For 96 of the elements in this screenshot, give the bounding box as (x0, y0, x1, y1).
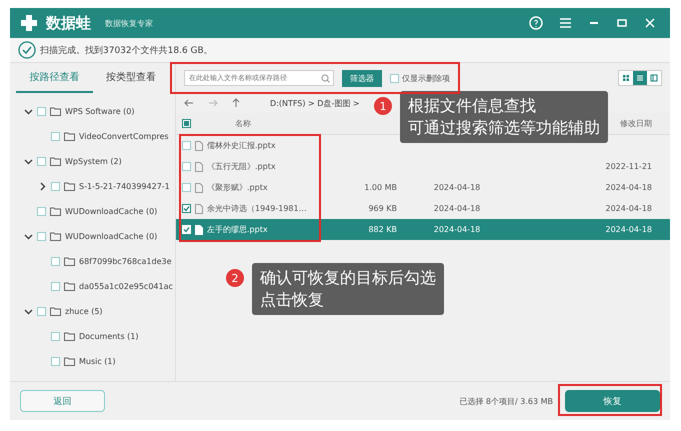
column-header[interactable]: 名称 (235, 118, 251, 129)
view-tab[interactable]: 按类型查看 (92, 63, 169, 93)
breadcrumb-path[interactable]: D:(NTFS) > D盘-图图 > (270, 98, 360, 108)
checkbox[interactable] (37, 232, 46, 241)
folder-icon (50, 232, 61, 241)
chevron-down-icon[interactable] (24, 107, 33, 116)
created-date: 2024-04-18 (434, 204, 480, 213)
file-icon (195, 162, 203, 172)
checkbox[interactable] (51, 182, 60, 191)
callout-tooltip: 确认可恢复的目标后勾选 点击恢复 (252, 263, 444, 315)
step-number-badge: 2 (226, 269, 244, 287)
checkbox[interactable] (182, 183, 191, 192)
callout-tooltip: 根据文件信息查找 可通过搜索筛选等功能辅助 (400, 91, 608, 143)
tree-item-label[interactable]: WpSystem (2) (65, 157, 122, 166)
checkbox[interactable] (51, 257, 60, 266)
tree-item-label[interactable]: WPS Software (0) (65, 107, 134, 116)
folder-icon (64, 332, 75, 341)
tree-item-label[interactable]: VideoConvertCompres (79, 132, 169, 141)
tree-item-label[interactable]: S-1-5-21-740399427-1 (79, 182, 170, 191)
file-icon (195, 140, 203, 150)
view-mode-button[interactable] (647, 71, 661, 85)
selection-summary: 已选择 8个项目/ 3.63 MB (459, 396, 553, 406)
app-subtitle: 数据恢复专家 (105, 18, 153, 28)
view-mode-button[interactable] (633, 71, 647, 85)
checkbox-label[interactable]: 仅显示删除项 (402, 72, 450, 84)
search-icon (321, 74, 330, 83)
select-all-checkbox[interactable] (182, 119, 191, 128)
created-date: 2024-04-18 (434, 183, 480, 192)
view-tab[interactable]: 按路径查看 (16, 63, 92, 93)
tree-item-label[interactable]: da055a1c02e95c041ac (79, 282, 173, 291)
file-size: 882 KB (368, 225, 397, 234)
modified-date: 2024-04-18 (606, 225, 652, 234)
file-icon (195, 204, 203, 214)
tree-item-label[interactable]: Documents (1) (79, 332, 138, 341)
column-header[interactable]: 修改日期 (620, 119, 652, 128)
checkbox[interactable] (51, 282, 60, 291)
tree-item-label[interactable]: WUDownloadCache (0) (65, 232, 158, 241)
modified-date: 2024-04-18 (606, 183, 652, 192)
file-name: 左手的缪思.pptx (207, 224, 268, 235)
file-name: 《五行无阻》.pptx (207, 161, 276, 172)
checkbox[interactable] (51, 332, 60, 341)
tree-item-label[interactable]: Music (1) (79, 357, 116, 366)
folder-icon (64, 282, 75, 291)
view-mode-button[interactable] (619, 71, 633, 85)
file-row[interactable]: 《五行无阻》.pptx 2022-11-21 (176, 156, 670, 177)
up-arrow-icon[interactable] (232, 98, 240, 108)
folder-icon (50, 107, 61, 116)
back-button[interactable]: 返回 (20, 390, 105, 412)
checkbox[interactable] (51, 357, 60, 366)
cross-logo-icon (20, 14, 38, 32)
chevron-down-icon[interactable] (24, 307, 33, 316)
checkbox[interactable] (182, 141, 191, 150)
recover-button[interactable]: 恢复 (565, 390, 660, 412)
folder-icon (64, 257, 75, 266)
filter-button[interactable]: 筛选器 (342, 70, 382, 86)
file-name: 《聚形赋》.pptx (207, 182, 268, 193)
folder-icon (64, 132, 75, 141)
checkbox[interactable] (390, 74, 399, 82)
modified-date: 2024-04-18 (606, 204, 652, 213)
back-arrow-icon[interactable] (184, 99, 194, 107)
app-name: 数据蛙 (46, 14, 91, 32)
file-row[interactable]: 余光中诗选（1949-1981… 969 KB 2024-04-18 2024-04-18 (176, 198, 670, 219)
folder-icon (64, 182, 75, 191)
step-number-badge: 1 (374, 97, 392, 115)
folder-icon (64, 357, 75, 366)
file-name: 儒林外史汇报.pptx (207, 140, 276, 151)
detail-view-icon (650, 74, 658, 82)
file-row[interactable]: 《聚形赋》.pptx 1.00 MB 2024-04-18 2024-04-18 (176, 177, 670, 198)
created-date: 2024-04-18 (434, 225, 480, 234)
file-icon (195, 224, 203, 234)
grid-view-icon (623, 75, 629, 81)
checkbox[interactable] (182, 162, 191, 171)
list-view-icon (636, 76, 644, 80)
chevron-right-icon[interactable] (38, 182, 47, 191)
tree-item-label[interactable]: WUDownloadCache (0) (65, 207, 158, 216)
chevron-down-icon[interactable] (24, 232, 33, 241)
tree-item-label[interactable]: zhuce (5) (65, 307, 103, 316)
selected-file-row[interactable]: 左手的缪思.pptx 882 KB 2024-04-18 2024-04-18 (176, 219, 670, 240)
checkbox[interactable] (37, 207, 46, 216)
file-size: 1.00 MB (364, 183, 397, 192)
checkbox[interactable] (37, 307, 46, 316)
check-circle-icon (18, 41, 36, 59)
chevron-down-icon[interactable] (24, 157, 33, 166)
file-size: 969 KB (368, 204, 397, 213)
checkbox[interactable] (37, 157, 46, 166)
file-icon (195, 182, 203, 192)
scan-status-text: 扫描完成。找到37032个文件共18.6 GB。 (40, 44, 213, 56)
file-name: 余光中诗选（1949-1981… (207, 203, 307, 214)
folder-icon (50, 207, 61, 216)
tree-item-label[interactable]: 68f7099bc768ca1de3e (79, 257, 172, 266)
checkbox[interactable] (182, 204, 191, 213)
checkbox[interactable] (37, 107, 46, 116)
folder-icon (50, 157, 61, 166)
modified-date: 2022-11-21 (606, 162, 652, 171)
checkbox[interactable] (51, 132, 60, 141)
folder-icon (50, 307, 61, 316)
